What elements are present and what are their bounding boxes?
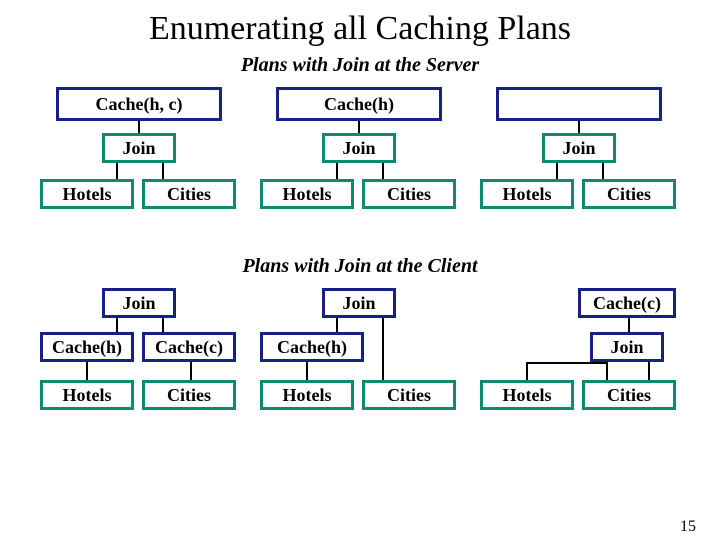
plan-server-1: Cache(h, c) Join Hotels Cities — [40, 87, 240, 227]
join-node: Join — [102, 133, 176, 163]
cities-node: Cities — [582, 380, 676, 410]
row-client-plans: Join Cache(h) Cache(c) Hotels Cities Joi… — [0, 288, 720, 428]
join-node: Join — [590, 332, 664, 362]
page-number: 15 — [680, 518, 696, 536]
hotels-node: Hotels — [260, 179, 354, 209]
cache-node-empty — [496, 87, 662, 121]
hotels-node: Hotels — [40, 380, 134, 410]
cache-c-node: Cache(c) — [142, 332, 236, 362]
slide-title: Enumerating all Caching Plans — [0, 10, 720, 48]
hotels-node: Hotels — [480, 179, 574, 209]
cache-c-node: Cache(c) — [578, 288, 676, 318]
join-node: Join — [542, 133, 616, 163]
plan-server-2: Cache(h) Join Hotels Cities — [260, 87, 460, 227]
hotels-node: Hotels — [480, 380, 574, 410]
cities-node: Cities — [362, 380, 456, 410]
join-node: Join — [322, 133, 396, 163]
plan-client-2: Join Cache(h) Hotels Cities — [260, 288, 460, 428]
join-node: Join — [322, 288, 396, 318]
cities-node: Cities — [582, 179, 676, 209]
join-node: Join — [102, 288, 176, 318]
cache-node: Cache(h) — [276, 87, 442, 121]
plan-server-3: Join Hotels Cities — [480, 87, 680, 227]
subtitle-client: Plans with Join at the Client — [0, 255, 720, 278]
cache-h-node: Cache(h) — [40, 332, 134, 362]
cities-node: Cities — [142, 179, 236, 209]
hotels-node: Hotels — [260, 380, 354, 410]
hotels-node: Hotels — [40, 179, 134, 209]
cache-h-node: Cache(h) — [260, 332, 364, 362]
subtitle-server: Plans with Join at the Server — [0, 54, 720, 77]
cities-node: Cities — [142, 380, 236, 410]
cache-node: Cache(h, c) — [56, 87, 222, 121]
plan-client-3: Cache(c) Join Hotels Cities — [480, 288, 680, 428]
plan-client-1: Join Cache(h) Cache(c) Hotels Cities — [40, 288, 240, 428]
cities-node: Cities — [362, 179, 456, 209]
row-server-plans: Cache(h, c) Join Hotels Cities Cache(h) … — [0, 87, 720, 227]
